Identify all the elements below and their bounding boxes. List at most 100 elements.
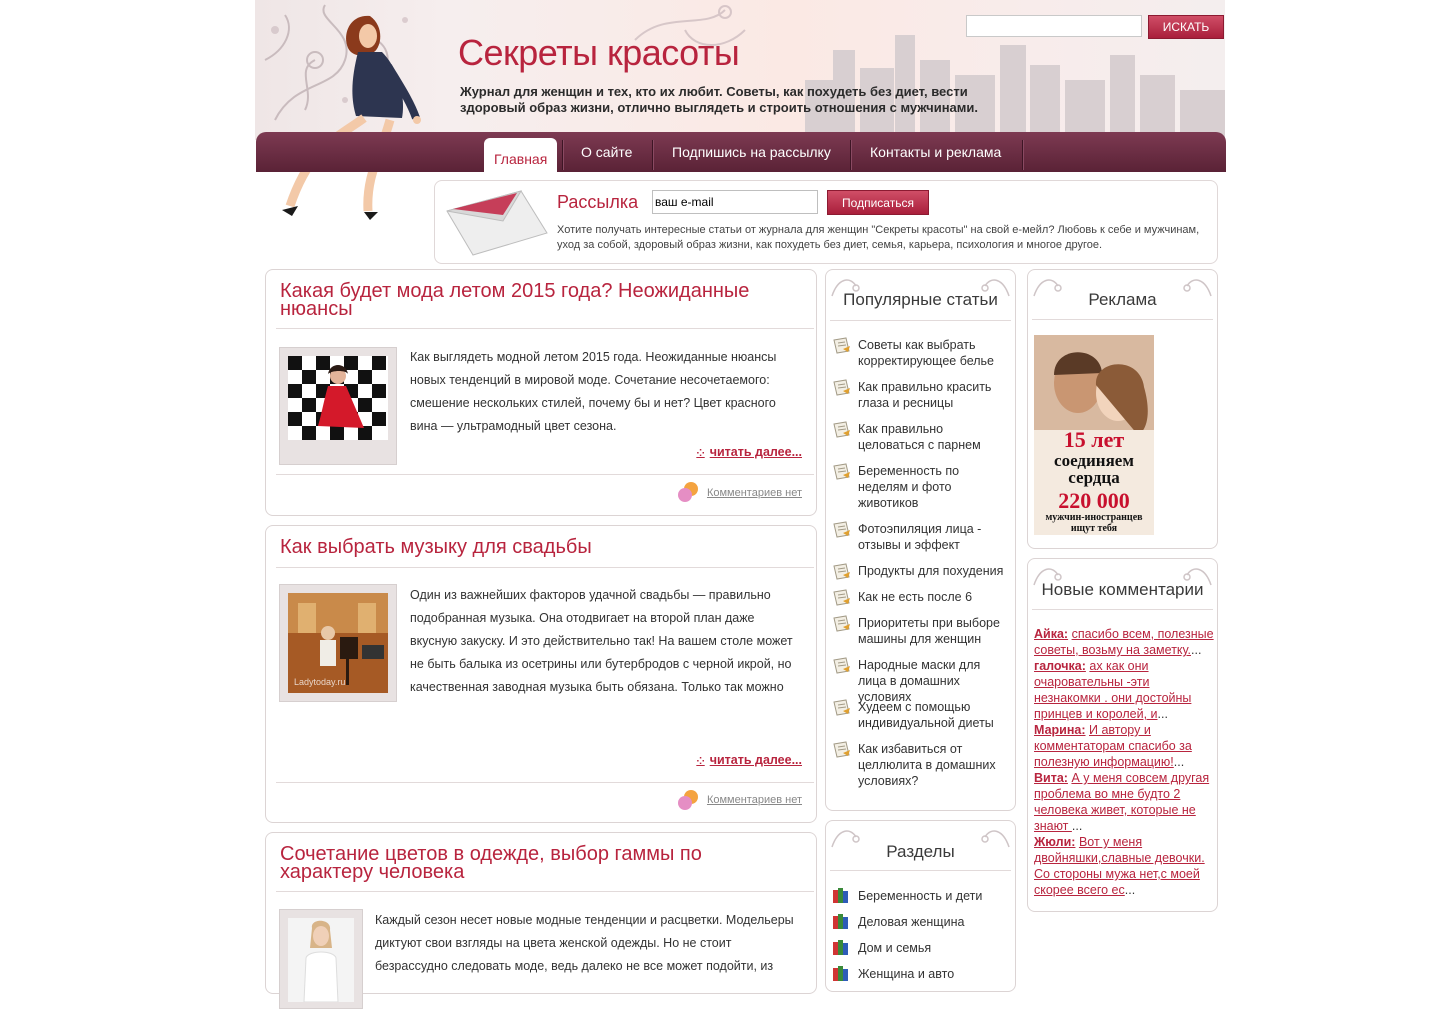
document-icon [833, 337, 850, 354]
divider [276, 474, 814, 475]
document-icon [833, 615, 850, 632]
main-navigation: Главная О сайте Подпишись на рассылку Ко… [256, 132, 1226, 178]
popular-article-link[interactable]: Приоритеты при выборе машины для женщин [858, 615, 1008, 647]
woman-photo-icon [288, 918, 354, 1002]
popular-article-link[interactable]: Советы как выбрать корректирующее белье [858, 337, 1008, 369]
ad-text-count: 220 000 [1058, 488, 1130, 513]
comment-entry: галочка: ах как они очаровательны -эти н… [1034, 658, 1214, 722]
divider [830, 320, 1011, 321]
divider [276, 328, 814, 329]
document-icon [833, 421, 850, 438]
article-excerpt: Один из важнейших факторов удачной свадь… [410, 588, 793, 704]
popular-article-link[interactable]: Продукты для похудения [858, 563, 1008, 579]
search-input[interactable] [966, 15, 1142, 37]
popular-article-link[interactable]: Как правильно красить глаза и ресницы [858, 379, 1008, 411]
ads-title: Реклама [1088, 290, 1157, 309]
subscribe-button[interactable]: Подписаться [827, 190, 929, 215]
sections-box: Разделы Беременность и дети Деловая женщи… [825, 820, 1016, 992]
ellipsis: ... [1071, 819, 1083, 833]
read-more-link[interactable]: ⁘ читать далее... [696, 753, 802, 767]
article-thumbnail[interactable] [279, 909, 363, 1009]
popular-article-link[interactable]: Как избавиться от целлюлита в домашних у… [858, 741, 1008, 789]
site-tagline: Журнал для женщин и тех, кто их любит. С… [460, 84, 979, 115]
document-icon [833, 657, 850, 674]
nav-item-about[interactable]: О сайте [563, 132, 650, 172]
article-card: Какая будет мода летом 2015 года? Неожид… [265, 269, 817, 516]
document-icon [833, 699, 850, 716]
comment-bubbles-icon [678, 790, 698, 810]
ad-text-years: 15 лет [1063, 427, 1125, 452]
popular-article-link[interactable]: Как не есть после 6 [858, 589, 1008, 605]
document-icon [833, 563, 850, 580]
ellipsis: ... [1124, 883, 1136, 897]
section-link[interactable]: Дом и семья [858, 941, 931, 955]
sections-title: Разделы [886, 842, 955, 861]
article-thumbnail[interactable] [279, 347, 397, 465]
comment-entry: Марина: И автору и комментаторам спасибо… [1034, 722, 1214, 770]
ad-text-line3: сердца [1068, 468, 1120, 487]
article-card: Сочетание цветов в одежде, выбор гаммы п… [265, 832, 817, 1009]
ellipsis: ... [1191, 643, 1202, 657]
comment-entry: Айка: спасибо всем, полезные советы, воз… [1034, 626, 1214, 658]
article-excerpt-part: Один из важнейших факторов удачной свадь… [410, 584, 802, 704]
fashion-photo-icon [288, 356, 388, 440]
books-icon [833, 914, 848, 929]
site-title[interactable]: Секреты красоты [458, 32, 740, 74]
popular-article-link[interactable]: Беременность по неделям и фото животиков [858, 463, 1008, 511]
nav-item-contacts[interactable]: Контакты и реклама [852, 132, 1019, 172]
photo-watermark: Ladytoday.ru [294, 677, 346, 687]
popular-article-link[interactable]: Худеем с помощью индивидуальной диеты [858, 699, 1008, 731]
comments-link[interactable]: Комментариев нет [707, 794, 802, 806]
comment-author-link[interactable]: Марина: [1034, 723, 1086, 737]
popular-article-link[interactable]: Народные маски для лица в домашних услов… [858, 657, 1008, 705]
search-button[interactable]: ИСКАТЬ [1148, 15, 1224, 39]
new-comments-title: Новые комментарии [1041, 580, 1204, 599]
document-icon [833, 463, 850, 480]
article-card: Как выбрать музыку для свадьбы Ladytoday… [265, 525, 817, 823]
divider [1032, 319, 1213, 320]
section-link[interactable]: Беременность и дети [858, 889, 982, 903]
section-link[interactable]: Деловая женщина [858, 915, 964, 929]
ad-banner[interactable]: 15 лет соединяем сердца 220 000 мужчин-и… [1034, 335, 1154, 535]
popular-articles-box: Популярные статьи Советы как выбрать кор… [825, 269, 1016, 811]
new-comments-list: Айка: спасибо всем, полезные советы, воз… [1034, 626, 1214, 898]
nav-item-subscribe[interactable]: Подпишись на рассылку [654, 132, 849, 172]
read-more-label: читать далее... [709, 445, 802, 459]
nav-separator [1022, 140, 1024, 170]
books-icon [833, 888, 848, 903]
comment-author-link[interactable]: галочка: [1034, 659, 1086, 673]
comment-author-link[interactable]: Жюли: [1034, 835, 1075, 849]
newsletter-email-field[interactable] [652, 190, 818, 214]
newsletter-title: Рассылка [557, 192, 639, 212]
ellipsis: ... [1173, 755, 1185, 769]
divider [276, 891, 814, 892]
article-title[interactable]: Как выбрать музыку для свадьбы [280, 537, 790, 557]
books-icon [833, 940, 848, 955]
comment-author-link[interactable]: Айка: [1034, 627, 1068, 641]
popular-article-link[interactable]: Как правильно целоваться с парнем [858, 421, 1008, 453]
article-excerpt: Как выглядеть модной летом 2015 года. Не… [410, 350, 777, 433]
comment-author-link[interactable]: Вита: [1034, 771, 1068, 785]
divider [830, 870, 1011, 871]
article-excerpt: Каждый сезон несет новые модные тенденци… [375, 913, 794, 973]
ad-text-line5: мужчин-иностранцев [1045, 512, 1143, 523]
bullet-arrow-icon: ⁘ [696, 756, 705, 767]
lady-illustration-icon [282, 15, 421, 220]
comments-link[interactable]: Комментариев нет [707, 487, 802, 499]
envelope-icon [446, 190, 548, 256]
nav-item-home[interactable]: Главная [484, 138, 558, 178]
document-icon [833, 521, 850, 538]
article-title[interactable]: Какая будет мода летом 2015 года? Неожид… [280, 281, 790, 319]
comment-entry: Вита: А у меня совсем другая проблема во… [1034, 770, 1214, 834]
popular-article-link[interactable]: Фотоэпиляция лица - отзывы и эффект [858, 521, 1008, 553]
ad-text-line6: ищут тебя [1070, 523, 1118, 534]
document-icon [833, 379, 850, 396]
section-link[interactable]: Женщина и авто [858, 967, 954, 981]
ellipsis: ... [1157, 707, 1168, 721]
article-title[interactable]: Сочетание цветов в одежде, выбор гаммы п… [280, 844, 790, 882]
books-icon [833, 966, 848, 981]
article-thumbnail[interactable]: Ladytoday.ru [279, 584, 397, 702]
document-icon [833, 741, 850, 758]
comment-entry: Жюли: Вот у меня двойняшки,славные девоч… [1034, 834, 1214, 898]
read-more-link[interactable]: ⁘ читать далее... [696, 445, 802, 459]
